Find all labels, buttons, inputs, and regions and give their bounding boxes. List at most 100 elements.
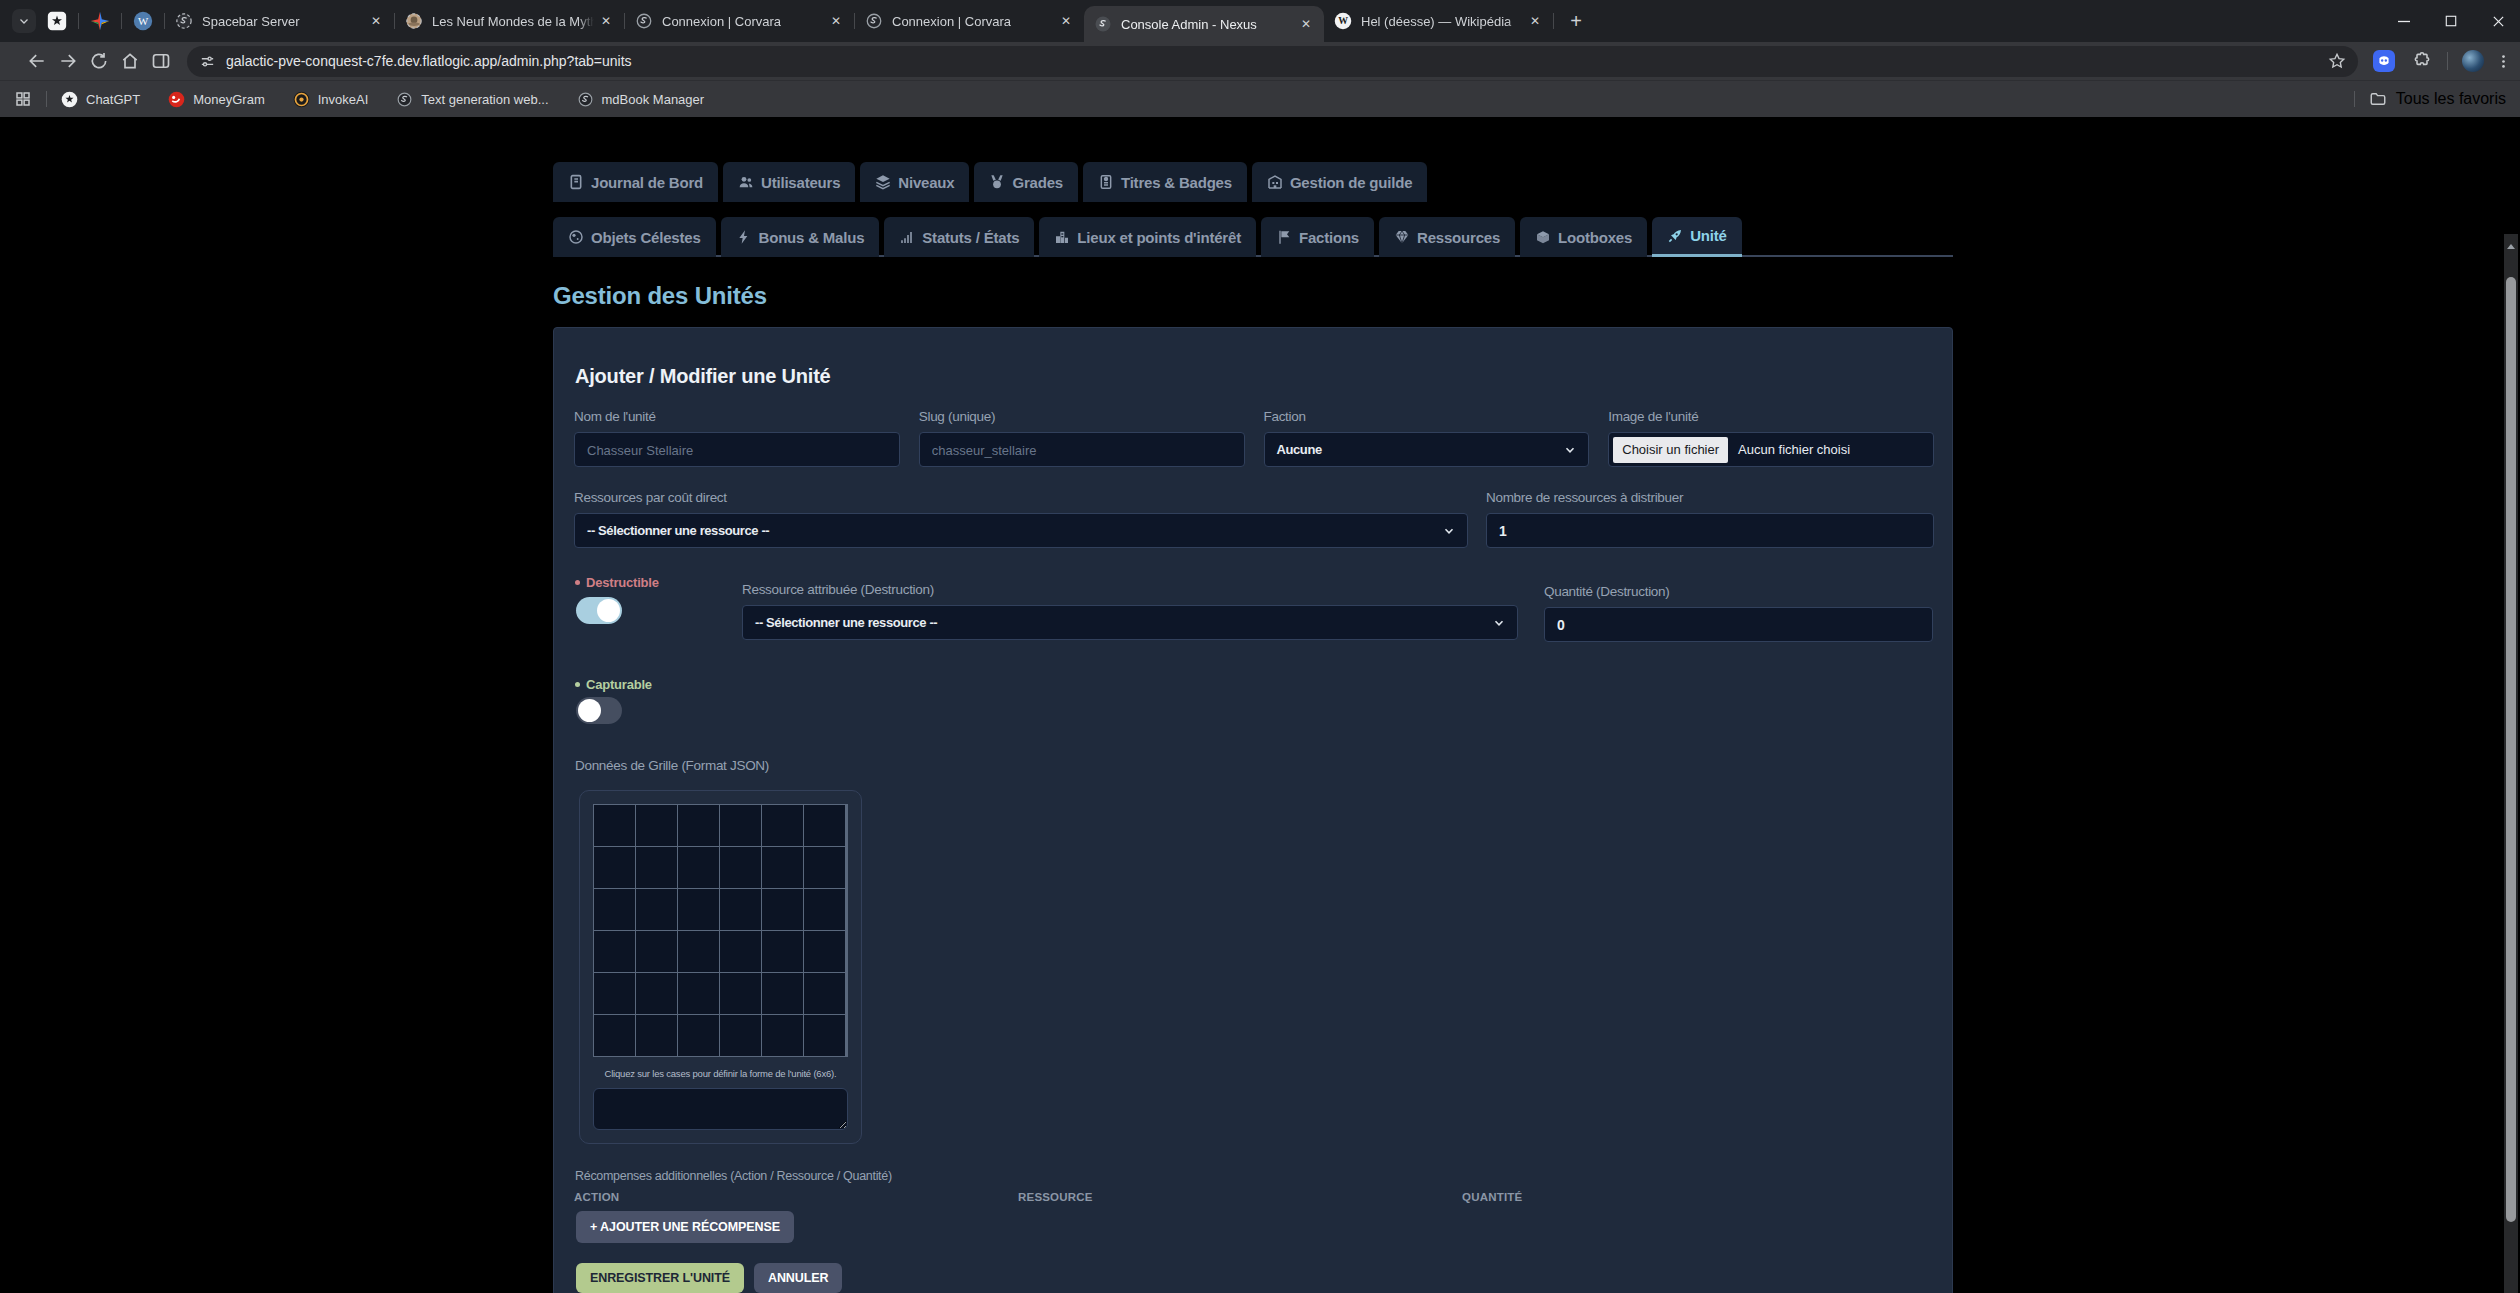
unit-slug-input[interactable] — [919, 432, 1245, 467]
grid-json-textarea[interactable] — [593, 1088, 848, 1130]
extensions-puzzle-icon[interactable] — [2412, 51, 2432, 71]
nav-tab-guilde[interactable]: Gestion de guilde — [1252, 162, 1427, 202]
grid-cell[interactable] — [762, 973, 803, 1014]
tab-close-icon[interactable]: ✕ — [598, 13, 614, 29]
nav-tab-lieux[interactable]: Lieux et points d'intérêt — [1039, 217, 1256, 257]
grid-cell[interactable] — [762, 805, 803, 846]
nav-tab-niveaux[interactable]: Niveaux — [860, 162, 969, 202]
add-reward-button[interactable]: + AJOUTER UNE RÉCOMPENSE — [576, 1211, 794, 1243]
grid-cell[interactable] — [636, 847, 677, 888]
grid-cell[interactable] — [804, 973, 845, 1014]
grid-cell[interactable] — [720, 847, 761, 888]
nav-tab-factions[interactable]: Factions — [1261, 217, 1374, 257]
grid-cell[interactable] — [678, 889, 719, 930]
bookmark-item[interactable]: InvokeAI — [293, 91, 369, 108]
browser-tab[interactable]: Les Neuf Mondes de la Mythol ✕ — [395, 1, 624, 41]
pinned-tab-chatgpt[interactable] — [47, 11, 67, 31]
apps-grid-icon[interactable] — [14, 90, 32, 108]
all-bookmarks[interactable]: Tous les favoris — [2340, 90, 2506, 108]
page-scrollbar[interactable] — [2504, 234, 2518, 1293]
grid-cell[interactable] — [804, 1015, 845, 1056]
new-tab-button[interactable]: + — [1562, 7, 1590, 35]
tab-close-icon[interactable]: ✕ — [1298, 16, 1314, 32]
grid-cell[interactable] — [762, 889, 803, 930]
grid-cell[interactable] — [636, 1015, 677, 1056]
save-unit-button[interactable]: ENREGISTRER L'UNITÉ — [576, 1263, 744, 1293]
nav-tab-statuts[interactable]: Statuts / États — [884, 217, 1034, 257]
grid-cell[interactable] — [594, 847, 635, 888]
grid-cell[interactable] — [678, 973, 719, 1014]
grid-cell[interactable] — [720, 889, 761, 930]
back-icon[interactable] — [27, 51, 47, 71]
nav-tab-unite[interactable]: Unité — [1652, 217, 1742, 257]
grid-cell[interactable] — [762, 847, 803, 888]
grid-cell[interactable] — [720, 1015, 761, 1056]
nav-tab-grades[interactable]: Grades — [974, 162, 1078, 202]
choose-file-button[interactable]: Choisir un fichier — [1613, 437, 1728, 463]
faction-select[interactable]: Aucune — [1264, 432, 1590, 467]
grid-cell[interactable] — [678, 931, 719, 972]
grid-cell[interactable] — [636, 889, 677, 930]
browser-tab-active[interactable]: Console Admin - Nexus ✕ — [1084, 6, 1324, 42]
pinned-tab-gemini[interactable] — [90, 11, 110, 31]
unit-image-file-input[interactable]: Choisir un fichier Aucun fichier choisi — [1608, 432, 1934, 467]
capturable-toggle[interactable] — [576, 697, 622, 724]
destruction-qty-input[interactable] — [1544, 607, 1933, 642]
nav-tab-utilisateurs[interactable]: Utilisateurs — [723, 162, 855, 202]
bookmark-star-icon[interactable] — [2328, 52, 2346, 70]
bookmark-item[interactable]: mdBook Manager — [577, 91, 705, 108]
distribute-count-input[interactable] — [1486, 513, 1934, 548]
tab-close-icon[interactable]: ✕ — [828, 13, 844, 29]
nav-tab-bonus-malus[interactable]: Bonus & Malus — [721, 217, 880, 257]
browser-tab[interactable]: Connexion | Corvara ✕ — [625, 1, 854, 41]
nav-tab-titres-badges[interactable]: Titres & Badges — [1083, 162, 1247, 202]
grid-cell[interactable] — [678, 847, 719, 888]
bookmark-item[interactable]: ChatGPT — [61, 91, 140, 108]
grid-cell[interactable] — [636, 931, 677, 972]
url-text[interactable]: galactic-pve-conquest-c7fe.dev.flatlogic… — [226, 53, 632, 69]
reload-icon[interactable] — [89, 51, 109, 71]
address-bar[interactable]: galactic-pve-conquest-c7fe.dev.flatlogic… — [187, 46, 2358, 77]
grid-cell[interactable] — [720, 973, 761, 1014]
grid-cell[interactable] — [762, 1015, 803, 1056]
window-maximize-button[interactable] — [2443, 13, 2459, 29]
profile-avatar[interactable] — [2462, 50, 2484, 72]
grid-cell[interactable] — [678, 805, 719, 846]
forward-icon[interactable] — [58, 51, 78, 71]
scrollbar-thumb[interactable] — [2506, 277, 2516, 1222]
browser-tab[interactable]: Connexion | Corvara ✕ — [855, 1, 1084, 41]
unit-name-input[interactable] — [574, 432, 900, 467]
grid-cell[interactable] — [636, 805, 677, 846]
tab-close-icon[interactable]: ✕ — [1058, 13, 1074, 29]
browser-tab[interactable]: W Hel (déesse) — Wikipédia ✕ — [1324, 1, 1553, 41]
tab-close-icon[interactable]: ✕ — [1527, 13, 1543, 29]
shape-grid[interactable] — [593, 804, 848, 1057]
grid-cell[interactable] — [804, 847, 845, 888]
side-panel-icon[interactable] — [151, 51, 171, 71]
pinned-tab-wordpress[interactable]: W — [133, 11, 153, 31]
menu-kebab-icon[interactable] — [2495, 53, 2512, 70]
cost-resource-select[interactable]: -- Sélectionner une ressource -- — [574, 513, 1468, 548]
grid-cell[interactable] — [678, 1015, 719, 1056]
nav-tab-objets-celestes[interactable]: Objets Célestes — [553, 217, 716, 257]
window-close-button[interactable] — [2490, 13, 2506, 29]
bookmark-item[interactable]: MoneyGram — [168, 91, 265, 108]
tab-search-button[interactable] — [12, 9, 36, 33]
nav-tab-ressources[interactable]: Ressources — [1379, 217, 1515, 257]
grid-cell[interactable] — [762, 931, 803, 972]
grid-cell[interactable] — [594, 1015, 635, 1056]
grid-cell[interactable] — [594, 931, 635, 972]
grid-cell[interactable] — [720, 931, 761, 972]
bookmark-item[interactable]: Text generation web... — [396, 91, 548, 108]
window-minimize-button[interactable] — [2396, 13, 2412, 29]
grid-cell[interactable] — [594, 805, 635, 846]
scroll-up-icon[interactable] — [2506, 242, 2516, 252]
tab-close-icon[interactable]: ✕ — [368, 13, 384, 29]
destructible-toggle[interactable] — [576, 597, 622, 624]
grid-cell[interactable] — [594, 973, 635, 1014]
grid-cell[interactable] — [804, 931, 845, 972]
nav-tab-lootboxes[interactable]: Lootboxes — [1520, 217, 1647, 257]
home-icon[interactable] — [120, 51, 140, 71]
site-settings-icon[interactable] — [199, 53, 216, 70]
cancel-button[interactable]: ANNULER — [754, 1263, 842, 1293]
